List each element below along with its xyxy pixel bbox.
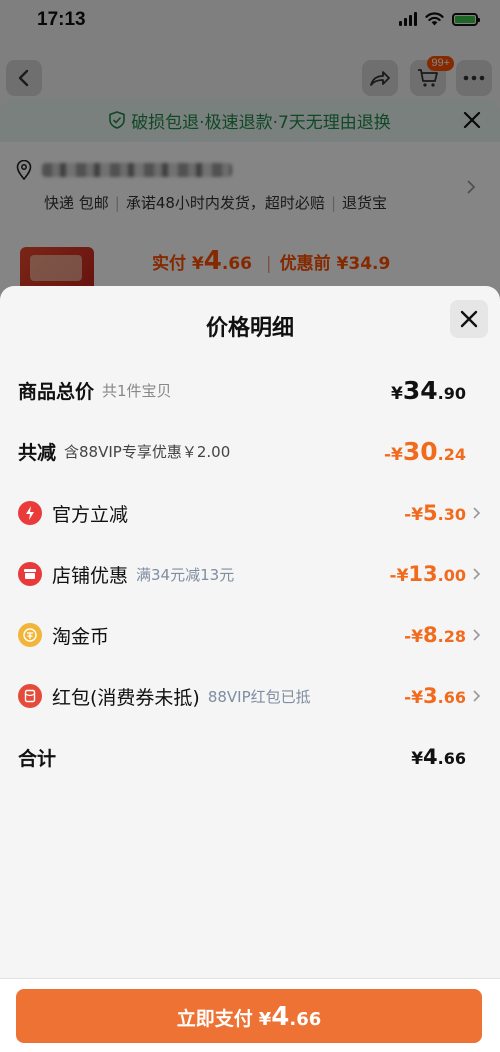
chevron-right-icon (473, 568, 481, 580)
row-amount: ¥4.66 (411, 745, 466, 769)
close-icon (460, 310, 478, 328)
row-sub: 共1件宝贝 (102, 381, 172, 400)
row-sub: 含88VIP专享优惠￥2.00 (64, 442, 231, 461)
row-label: 店铺优惠 (52, 564, 129, 587)
shop-icon (18, 562, 42, 586)
pay-now-button[interactable]: 立即支付 ¥4.66 (16, 989, 482, 1043)
row-amount: -¥5.30 (404, 501, 466, 525)
price-detail-sheet: 价格明细 商品总价 共1件宝贝 ¥34.90 共减 含88VIP专享优惠￥2.0… (0, 286, 500, 1052)
row-amount: -¥3.66 (404, 684, 466, 708)
row-shop-discount[interactable]: 店铺优惠 满34元减13元 -¥13.00 (0, 554, 500, 594)
chevron-right-icon (473, 690, 481, 702)
sheet-close-button[interactable] (450, 300, 488, 338)
row-official-discount[interactable]: 官方立减 -¥5.30 (0, 493, 500, 533)
row-sub: 满34元减13元 (136, 565, 235, 584)
row-label: 淘金币 (52, 625, 110, 648)
pay-bar: 立即支付 ¥4.66 (0, 978, 500, 1052)
row-sub: 88VIP红包已抵 (207, 687, 311, 706)
row-total-discount: 共减 含88VIP专享优惠￥2.00 -¥30.24 (0, 431, 500, 471)
row-amount: -¥30.24 (383, 436, 466, 466)
row-taojinbi[interactable]: 淘金币 -¥8.28 (0, 615, 500, 655)
red-packet-icon (18, 684, 42, 708)
sheet-title: 价格明细 (205, 316, 294, 341)
row-amount: -¥13.00 (389, 562, 466, 586)
row-label: 合计 (18, 747, 57, 770)
pay-button-int: 4 (271, 1002, 290, 1032)
pay-button-label: 立即支付 (176, 1008, 253, 1030)
pay-button-currency: ¥ (258, 1009, 272, 1030)
row-label: 商品总价 (18, 380, 95, 403)
row-item-total: 商品总价 共1件宝贝 ¥34.90 (0, 370, 500, 410)
row-red-packet[interactable]: 红包(消费券未抵) 88VIP红包已抵 -¥3.66 (0, 676, 500, 716)
row-label: 官方立减 (52, 503, 129, 526)
row-amount: -¥8.28 (404, 623, 466, 647)
coin-icon (18, 623, 42, 647)
row-amount: ¥34.90 (391, 375, 466, 405)
row-grand-total: 合计 ¥4.66 (0, 737, 500, 777)
row-label: 共减 (18, 441, 57, 464)
pay-button-dec: .66 (289, 1009, 322, 1030)
row-label: 红包(消费券未抵) (52, 686, 200, 709)
chevron-right-icon (473, 629, 481, 641)
chevron-right-icon (473, 507, 481, 519)
lightning-icon (18, 501, 42, 525)
